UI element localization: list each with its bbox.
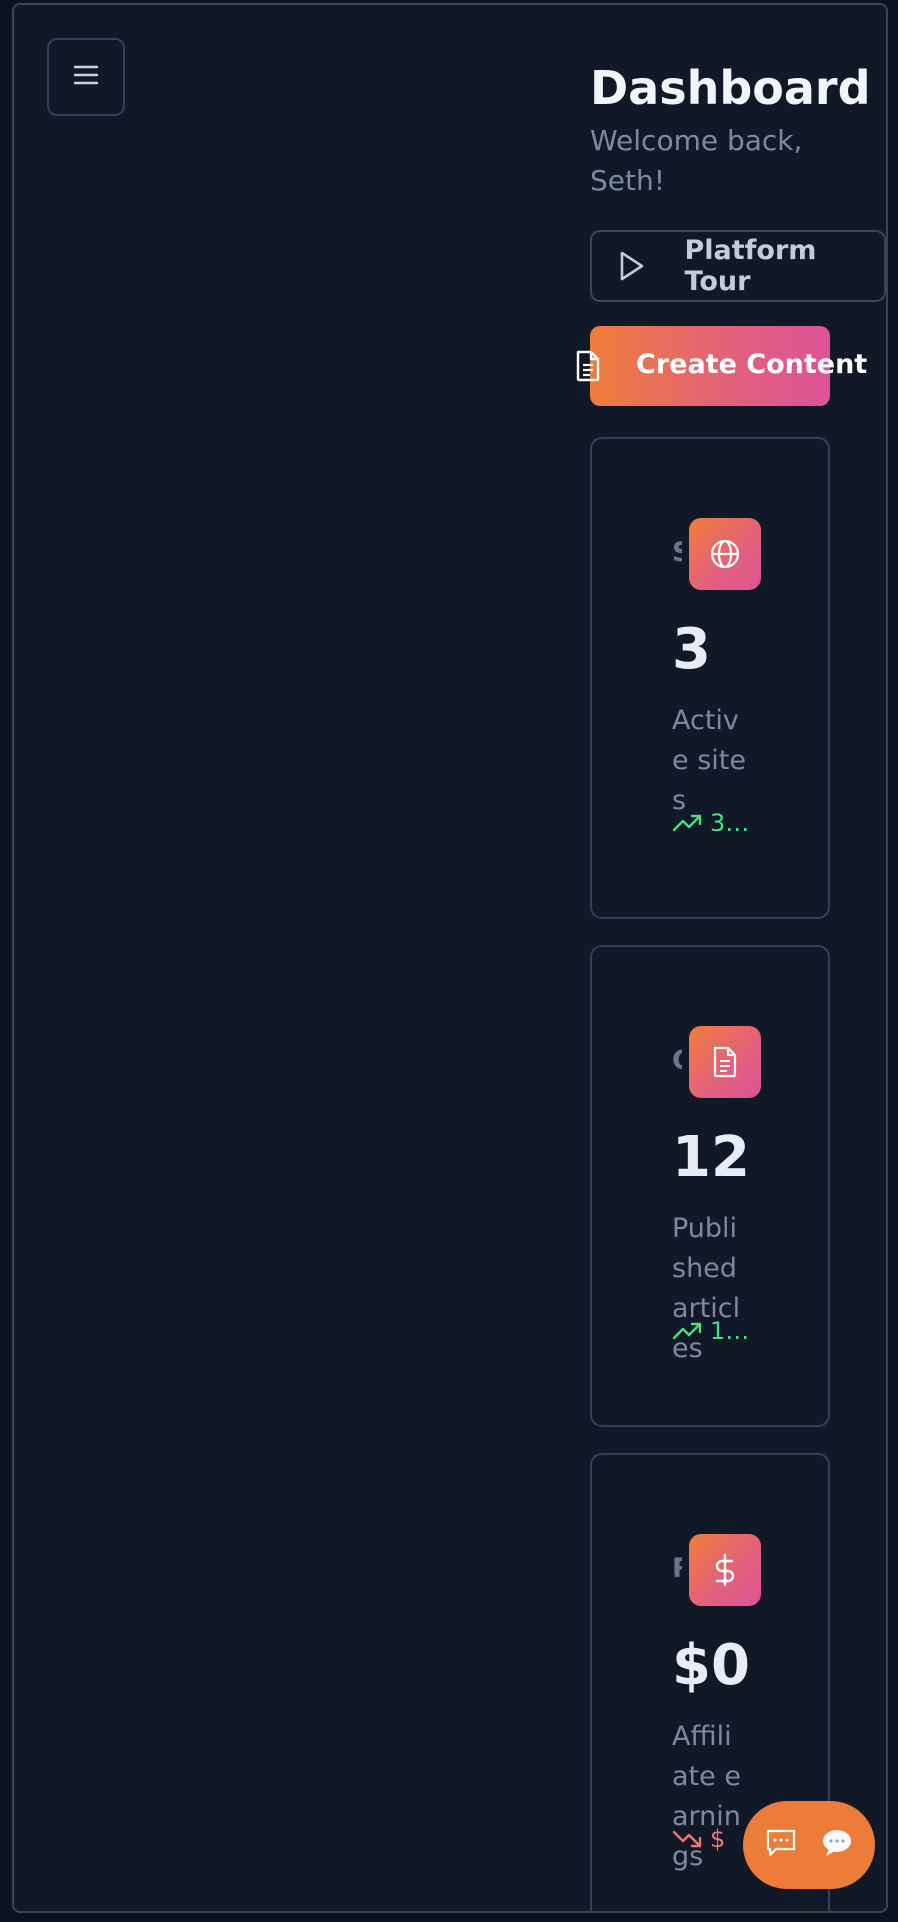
app-frame: Dashboard Welcome back, Seth! Platform T… [12,3,888,1913]
message-square-icon [765,1828,797,1862]
card-trend: $ [672,1825,748,1853]
welcome-message: Welcome back, Seth! [590,124,803,197]
card-trend: 3... [672,809,748,837]
card-label: C [672,1045,682,1076]
card-value: 3 [672,617,711,682]
dollar-icon [689,1534,761,1606]
stat-card-sites[interactable]: S 3 Active sites 3... [590,437,830,919]
hamburger-menu-icon [72,64,100,90]
card-label: R [672,1553,682,1584]
trending-down-icon [672,1828,702,1850]
stat-card-content[interactable]: C 12 Published articles 1... [590,945,830,1427]
card-trend: 1... [672,1317,748,1345]
trending-up-icon [672,812,702,834]
speech-bubble-icon [820,1828,854,1862]
document-icon [574,350,602,389]
card-description: Affiliate earnings [672,1721,741,1872]
globe-icon [689,518,761,590]
card-label: S [672,537,682,568]
chat-fab-button[interactable] [743,1801,875,1889]
create-content-button[interactable]: Create Content [576,326,867,406]
document-icon [689,1026,761,1098]
platform-tour-label: Platform Tour [684,235,817,297]
trending-up-icon [672,1320,702,1342]
create-content-label: Create Content [636,349,868,380]
card-trend-text: 1... [710,1317,748,1345]
platform-tour-button[interactable]: Platform Tour [590,230,886,302]
card-trend-text: $ [710,1825,726,1853]
menu-button[interactable] [47,38,125,116]
page-title: Dashboard [590,61,871,115]
card-value: 12 [672,1125,750,1190]
card-trend-text: 3... [710,809,748,837]
card-value: $0 [672,1633,750,1698]
card-description: Active sites [672,705,746,816]
play-icon [618,250,657,282]
card-description: Published articles [672,1213,741,1364]
